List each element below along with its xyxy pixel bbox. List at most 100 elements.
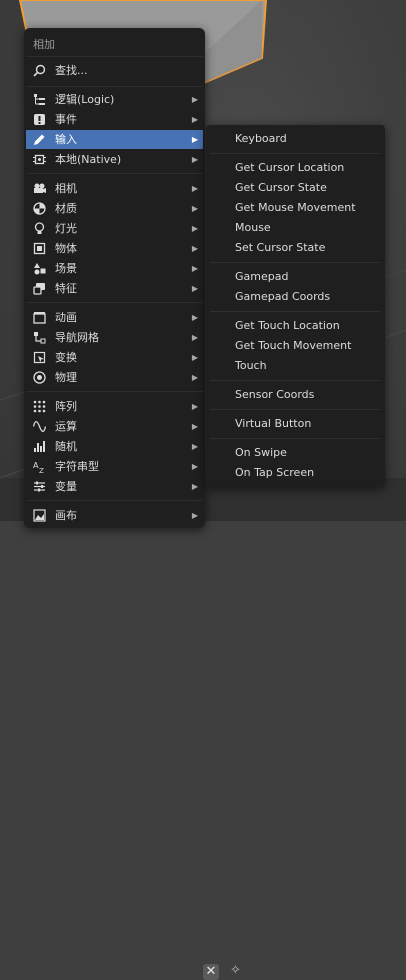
menu-item-label: 灯光 (55, 222, 77, 235)
submenu-item-get-touch-movement[interactable]: Get Touch Movement (235, 337, 351, 355)
submenu-item-sensor-coords[interactable]: Sensor Coords (235, 386, 314, 404)
menu-item-material[interactable]: 材质 ▶ (26, 199, 203, 218)
chevron-right-icon: ▶ (191, 511, 198, 520)
submenu-item-keyboard[interactable]: Keyboard (235, 130, 287, 148)
camera-icon (34, 183, 46, 193)
chevron-right-icon: ▶ (191, 373, 198, 382)
menu-item-scene[interactable]: 场景 ▶ (26, 259, 203, 278)
submenu-item-get-cursor-location[interactable]: Get Cursor Location (235, 159, 344, 177)
chevron-right-icon: ▶ (191, 442, 198, 451)
chevron-right-icon: ▶ (191, 313, 198, 322)
add-menu: 相加 查找... 逻辑(Logic) ▶ 事件 ▶ 输入 ▶ 本地(Native… (24, 28, 205, 528)
transform-icon (33, 351, 46, 364)
menu-item-math[interactable]: 运算 ▶ (26, 417, 203, 436)
submenu-divider (210, 380, 381, 381)
menu-item-label: 动画 (55, 311, 77, 324)
menu-divider (26, 302, 203, 303)
submenu-item-on-tap-screen[interactable]: On Tap Screen (235, 464, 314, 482)
random-icon (34, 441, 45, 452)
menu-title: 相加 (33, 38, 55, 51)
menu-item-physics[interactable]: 物理 ▶ (26, 368, 203, 387)
menu-item-logic[interactable]: 逻辑(Logic) ▶ (26, 90, 203, 109)
menu-item-label: 导航网格 (55, 331, 99, 344)
material-icon (33, 202, 46, 215)
menu-item-transform[interactable]: 变换 ▶ (26, 348, 203, 367)
submenu-item-virtual-button[interactable]: Virtual Button (235, 415, 311, 433)
menu-item-label: 材质 (55, 202, 77, 215)
light-icon (34, 222, 45, 234)
search-label: 查找... (55, 64, 88, 77)
menu-item-label: 物体 (55, 242, 77, 255)
menu-divider (26, 86, 203, 87)
menu-divider (26, 56, 203, 57)
chevron-right-icon: ▶ (191, 482, 198, 491)
menu-item-string[interactable]: AZ 字符串型 ▶ (26, 457, 203, 476)
pencil-icon (34, 134, 45, 145)
variable-icon (34, 481, 45, 492)
chevron-right-icon: ▶ (191, 155, 198, 164)
menu-item-array[interactable]: 阵列 ▶ (26, 397, 203, 416)
submenu-item-gamepad[interactable]: Gamepad (235, 268, 288, 286)
search-item[interactable]: 查找... (26, 61, 203, 80)
menu-item-navmesh[interactable]: 导航网格 ▶ (26, 328, 203, 347)
menu-item-object[interactable]: 物体 ▶ (26, 239, 203, 258)
chevron-right-icon: ▶ (191, 422, 198, 431)
menu-item-random[interactable]: 随机 ▶ (26, 437, 203, 456)
logic-icon (34, 94, 45, 105)
animation-icon (33, 312, 46, 324)
menu-item-label: 运算 (55, 420, 77, 433)
submenu-item-mouse[interactable]: Mouse (235, 219, 271, 237)
menu-divider (26, 500, 203, 501)
submenu-item-set-cursor-state[interactable]: Set Cursor State (235, 239, 325, 257)
submenu-divider (210, 409, 381, 410)
menu-item-animation[interactable]: 动画 ▶ (26, 308, 203, 327)
chevron-right-icon: ▶ (191, 204, 198, 213)
menu-item-variable[interactable]: 变量 ▶ (26, 477, 203, 496)
input-submenu: Keyboard Get Cursor Location Get Cursor … (206, 125, 385, 487)
chevron-right-icon: ▶ (191, 353, 198, 362)
menu-item-label: 物理 (55, 371, 77, 384)
menu-item-trait[interactable]: 特征 ▶ (26, 279, 203, 298)
menu-item-event[interactable]: 事件 ▶ (26, 110, 203, 129)
close-icon[interactable]: ✕ (203, 964, 219, 980)
chevron-right-icon: ▶ (191, 284, 198, 293)
chevron-right-icon: ▶ (191, 95, 198, 104)
math-icon (33, 420, 46, 433)
menu-item-label: 事件 (55, 113, 77, 126)
submenu-divider (210, 153, 381, 154)
menu-item-label: 字符串型 (55, 460, 99, 473)
chevron-right-icon: ▶ (191, 224, 198, 233)
menu-item-canvas[interactable]: 画布 ▶ (26, 506, 203, 525)
pin-icon[interactable]: ✧ (230, 963, 241, 978)
physics-icon (33, 371, 46, 384)
string-icon: AZ (33, 461, 44, 473)
submenu-divider (210, 262, 381, 263)
submenu-item-gamepad-coords[interactable]: Gamepad Coords (235, 288, 330, 306)
svg-text:Z: Z (39, 467, 44, 473)
submenu-divider (210, 311, 381, 312)
submenu-item-on-swipe[interactable]: On Swipe (235, 444, 287, 462)
canvas-icon (33, 509, 46, 522)
menu-item-camera[interactable]: 相机 ▶ (26, 179, 203, 198)
submenu-item-touch[interactable]: Touch (235, 357, 267, 375)
menu-item-label: 画布 (55, 509, 77, 522)
chevron-right-icon: ▶ (191, 135, 198, 144)
submenu-item-get-cursor-state[interactable]: Get Cursor State (235, 179, 327, 197)
menu-item-native[interactable]: 本地(Native) ▶ (26, 150, 203, 169)
chevron-right-icon: ▶ (191, 184, 198, 193)
menu-divider (26, 173, 203, 174)
menu-item-label: 场景 (55, 262, 77, 275)
native-icon (33, 154, 46, 165)
menu-item-light[interactable]: 灯光 ▶ (26, 219, 203, 238)
menu-item-label: 变量 (55, 480, 77, 493)
submenu-item-get-touch-location[interactable]: Get Touch Location (235, 317, 340, 335)
submenu-item-get-mouse-movement[interactable]: Get Mouse Movement (235, 199, 356, 217)
menu-item-label: 相机 (55, 182, 77, 195)
menu-item-label: 输入 (55, 133, 77, 146)
menu-item-label: 变换 (55, 351, 77, 364)
menu-item-input[interactable]: 输入 ▶ (26, 130, 203, 149)
chevron-right-icon: ▶ (191, 264, 198, 273)
scene-icon (34, 263, 46, 275)
chevron-right-icon: ▶ (191, 462, 198, 471)
menu-item-label: 特征 (55, 282, 77, 295)
